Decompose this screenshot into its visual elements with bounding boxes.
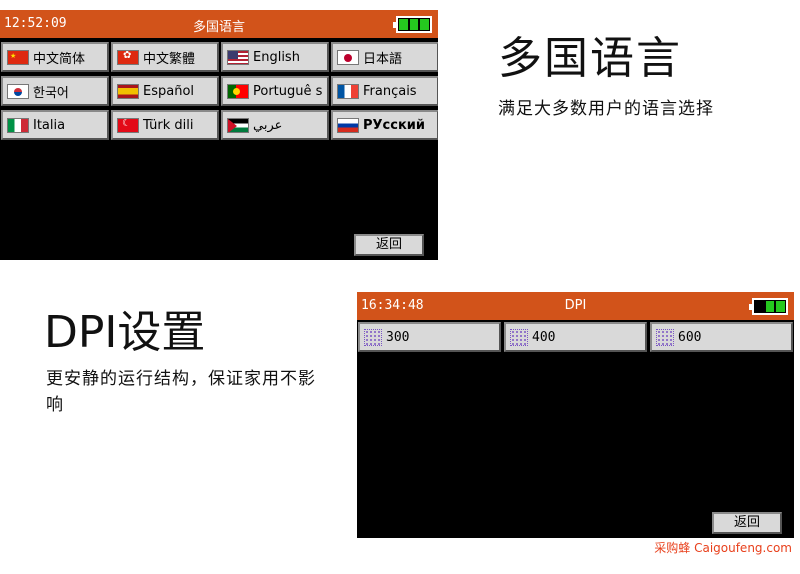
dpi-grid-icon	[510, 328, 528, 346]
language-button-arabic[interactable]: عربي	[221, 110, 329, 140]
language-label: Français	[363, 83, 417, 99]
language-label: 한국어	[33, 85, 69, 101]
japan-flag-icon	[337, 49, 359, 65]
language-button-korean[interactable]: 한국어	[1, 76, 109, 106]
dpi-caption-title: DPI设置	[44, 307, 206, 358]
dpi-value: 600	[678, 329, 702, 345]
dpi-option-400[interactable]: 400	[504, 322, 647, 352]
arab-flag-icon	[227, 117, 249, 133]
language-label: Türk dili	[143, 117, 194, 133]
language-button-english[interactable]: English	[221, 42, 329, 72]
language-caption-subtitle: 满足大多数用户的语言选择	[498, 99, 714, 119]
status-bar: 12:52:09 多国语言	[0, 10, 438, 38]
dpi-value: 400	[532, 329, 556, 345]
language-button-zh-hans[interactable]: 中文简体	[1, 42, 109, 72]
china-flag-icon	[7, 49, 29, 65]
dpi-grid-icon	[656, 328, 674, 346]
language-label: English	[253, 49, 300, 65]
turkey-flag-icon	[117, 117, 139, 133]
hongkong-flag-icon	[117, 49, 139, 65]
dpi-options: 300 400 600	[357, 322, 794, 352]
france-flag-icon	[337, 83, 359, 99]
language-button-turkish[interactable]: Türk dili	[111, 110, 219, 140]
language-button-french[interactable]: Français	[331, 76, 438, 106]
screen-title: DPI	[564, 298, 587, 313]
back-button[interactable]: 返回	[354, 234, 424, 256]
language-label: عربي	[253, 117, 283, 133]
language-grid: 中文简体 中文繁體 English 日本語 한국어 Español Portug…	[0, 42, 438, 140]
dpi-option-600[interactable]: 600	[650, 322, 793, 352]
battery-icon	[749, 298, 788, 315]
language-label: Español	[143, 83, 195, 99]
language-button-portuguese[interactable]: Portuguê s	[221, 76, 329, 106]
russia-flag-icon	[337, 117, 359, 133]
language-label: 日本語	[363, 51, 403, 67]
language-button-russian[interactable]: PУсский	[331, 110, 438, 140]
status-bar: 16:34:48 DPI	[357, 292, 794, 320]
language-label: PУсский	[363, 117, 426, 133]
language-label: Portuguê s	[253, 83, 323, 99]
language-button-zh-hant[interactable]: 中文繁體	[111, 42, 219, 72]
dpi-option-300[interactable]: 300	[358, 322, 501, 352]
dpi-value: 300	[386, 329, 410, 345]
dpi-screen: 16:34:48 DPI 300 400 600 返回	[357, 292, 794, 538]
language-screen: 12:52:09 多国语言 中文简体 中文繁體 English 日本語 한국어	[0, 10, 438, 260]
portugal-flag-icon	[227, 83, 249, 99]
language-label: Italia	[33, 117, 66, 133]
korea-flag-icon	[7, 83, 29, 99]
screen-title: 多国语言	[192, 20, 245, 35]
language-button-japanese[interactable]: 日本語	[331, 42, 438, 72]
language-button-spanish[interactable]: Español	[111, 76, 219, 106]
italy-flag-icon	[7, 117, 29, 133]
back-button[interactable]: 返回	[712, 512, 782, 534]
usa-flag-icon	[227, 49, 249, 65]
battery-icon	[393, 16, 432, 33]
dpi-grid-icon	[364, 328, 382, 346]
language-button-italian[interactable]: Italia	[1, 110, 109, 140]
language-label: 中文简体	[33, 51, 86, 67]
language-caption-title: 多国语言	[498, 33, 682, 84]
spain-flag-icon	[117, 83, 139, 99]
watermark: 采购蜂 Caigoufeng.com	[654, 541, 792, 555]
dpi-caption-subtitle: 更安静的运行结构，保证家用不影响	[46, 369, 316, 415]
language-label: 中文繁體	[143, 51, 196, 67]
